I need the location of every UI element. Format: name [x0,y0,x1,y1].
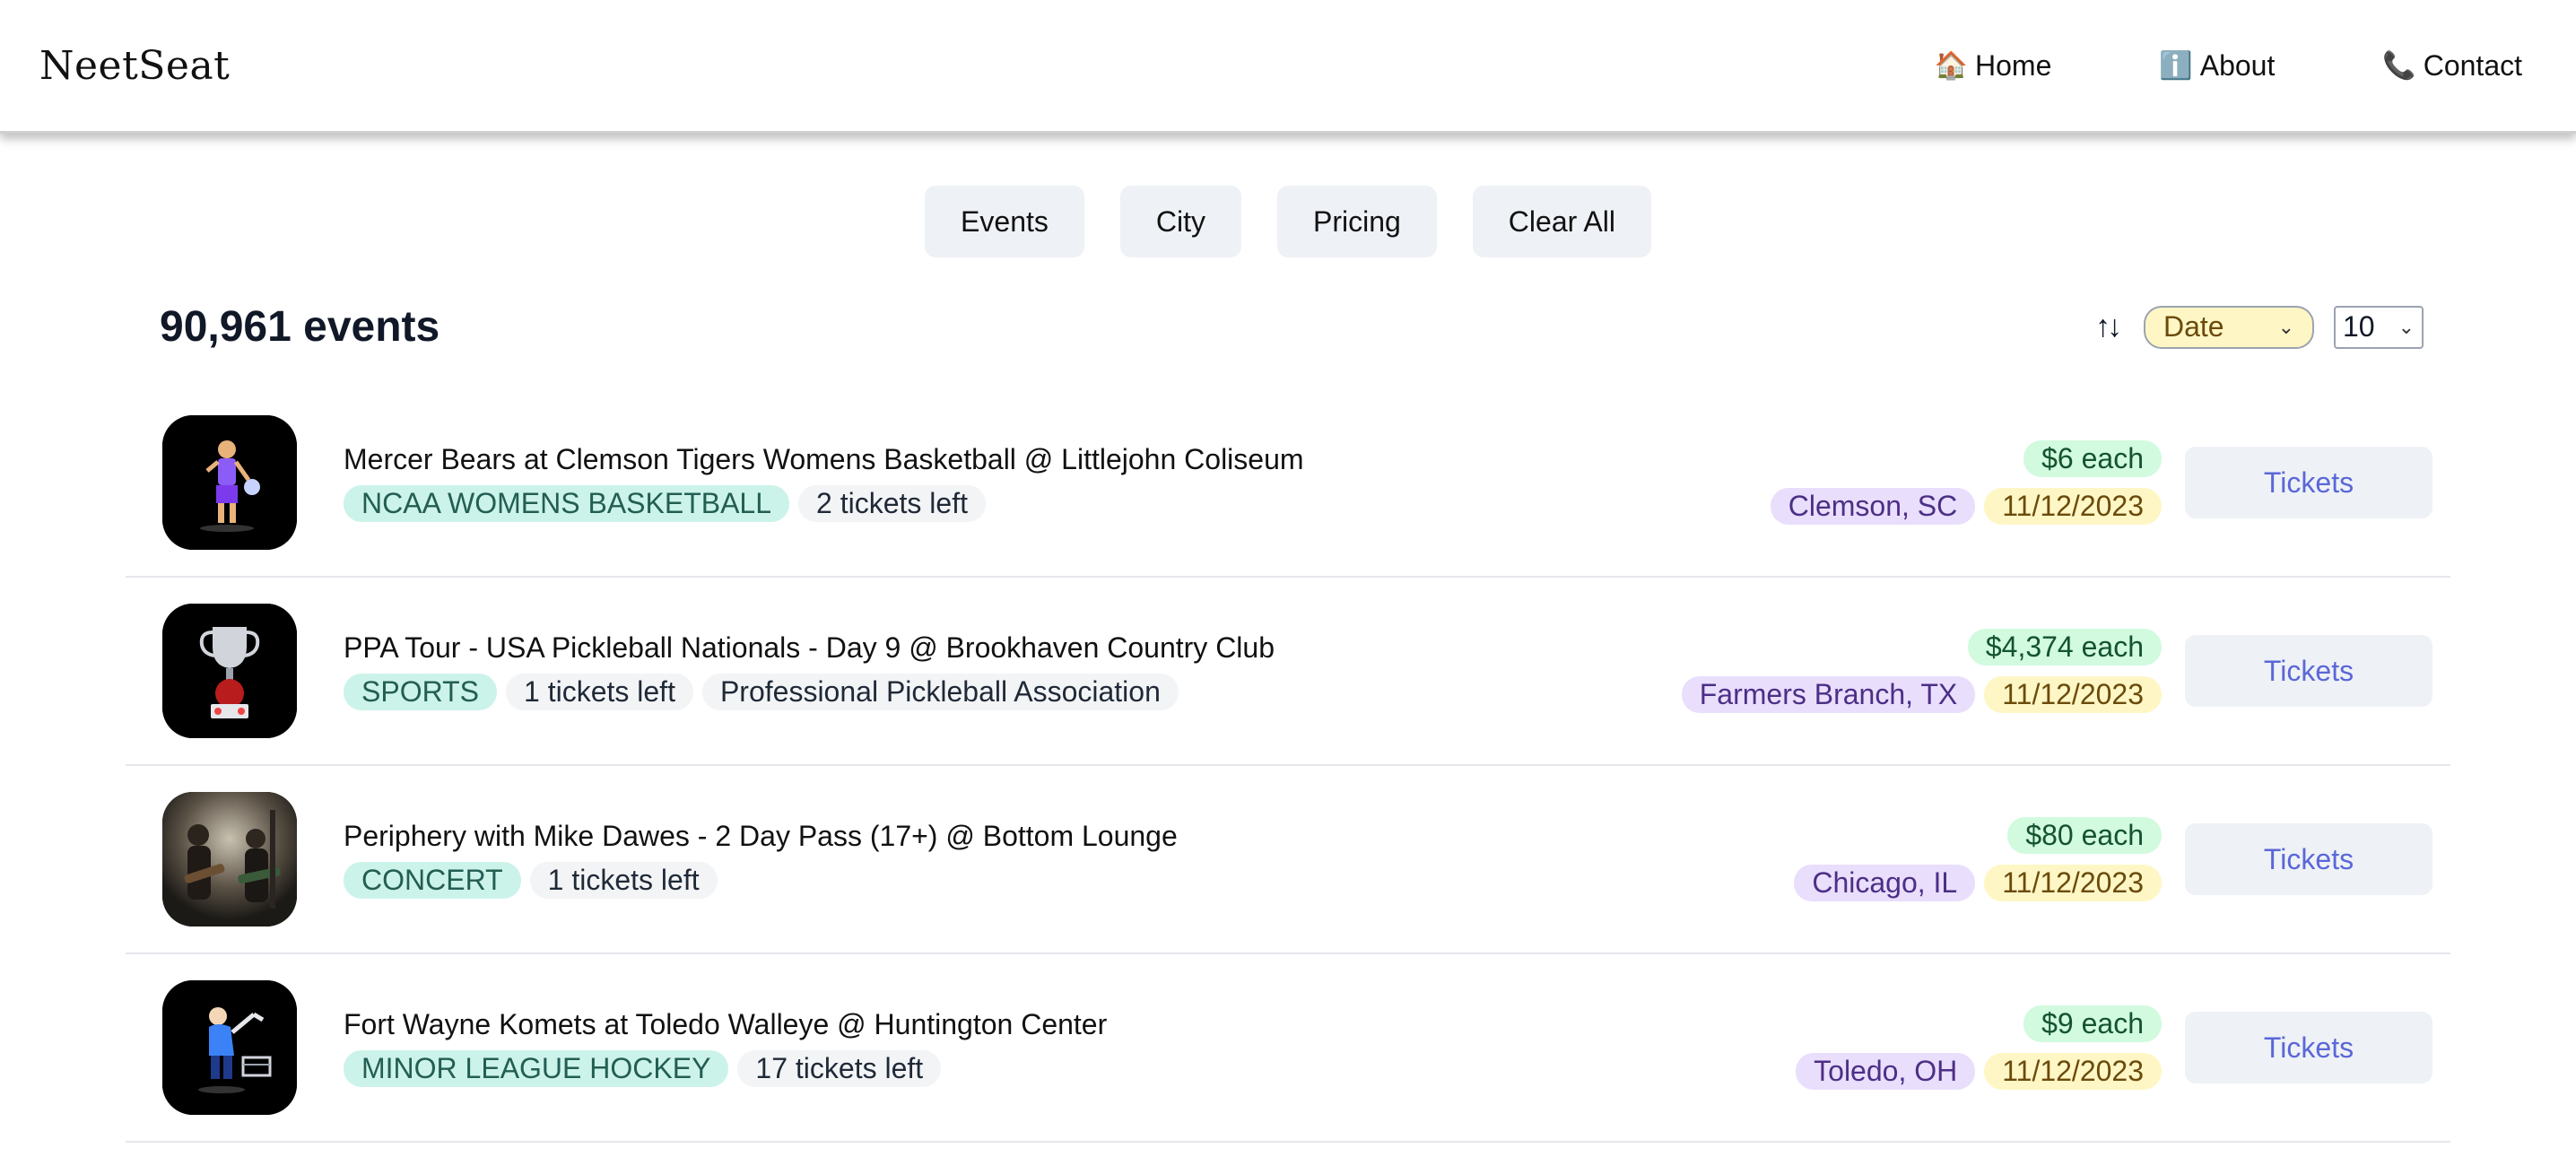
tickets-button[interactable]: Tickets [2185,823,2432,895]
info-icon: ℹ️ [2159,50,2193,81]
meta-stack: $9 each Toledo, OH 11/12/2023 [1796,1005,2162,1090]
event-tags: CONCERT 1 tickets left [344,862,1178,899]
nav-contact-label: Contact [2423,48,2522,82]
date-badge: 11/12/2023 [1984,1053,2162,1090]
city-badge: Chicago, IL [1794,865,1976,901]
city-badge: Toledo, OH [1796,1053,1976,1090]
location-date: Chicago, IL 11/12/2023 [1794,865,2162,901]
chevron-down-icon: ⌄ [2398,315,2415,338]
event-meta: $9 each Toledo, OH 11/12/2023 Tickets [1796,1005,2432,1090]
category-badge: MINOR LEAGUE HOCKEY [344,1050,729,1087]
page-size-value: 10 [2343,310,2375,343]
tickets-button[interactable]: Tickets [2185,1012,2432,1083]
site-header: NeetSeat 🏠 Home ℹ️ About 📞 Contact [0,0,2576,134]
event-title[interactable]: Fort Wayne Komets at Toledo Walleye @ Hu… [344,1008,1107,1041]
meta-stack: $80 each Chicago, IL 11/12/2023 [1794,817,2162,901]
meta-stack: $6 each Clemson, SC 11/12/2023 [1770,440,2162,525]
event-tags: MINOR LEAGUE HOCKEY 17 tickets left [344,1050,1107,1087]
home-icon: 🏠 [1934,50,1969,81]
city-badge: Clemson, SC [1770,488,1976,525]
page-size-select[interactable]: 10 ⌄ [2334,305,2424,349]
price-badge: $4,374 each [1967,629,2162,665]
event-row: Periphery with Mike Dawes - 2 Day Pass (… [126,766,2450,954]
nav-about[interactable]: ℹ️ About [2159,49,2275,83]
sort-controls: ↑↓ Date ⌄ 10 ⌄ [2095,305,2424,349]
sort-by-select[interactable]: Date ⌄ [2144,305,2314,349]
filter-events-button[interactable]: Events [925,186,1084,257]
chevron-down-icon: ⌄ [2277,315,2294,338]
nav-home-label: Home [1975,48,2052,82]
event-info: Fort Wayne Komets at Toledo Walleye @ Hu… [344,1008,1107,1087]
event-info: PPA Tour - USA Pickleball Nationals - Da… [344,631,1275,710]
nav-home[interactable]: 🏠 Home [1935,49,2052,83]
event-row: Fort Wayne Komets at Toledo Walleye @ Hu… [126,954,2450,1143]
nav-about-label: About [2199,48,2276,82]
category-badge: NCAA WOMENS BASKETBALL [344,485,790,522]
event-row: Mercer Bears at Clemson Tigers Womens Ba… [126,389,2450,578]
filter-bar: Events City Pricing Clear All [0,186,2576,257]
location-date: Clemson, SC 11/12/2023 [1770,488,2162,525]
basketball-player-icon [162,415,297,550]
category-badge: SPORTS [344,674,497,710]
city-badge: Farmers Branch, TX [1681,676,1976,713]
price-badge: $80 each [2007,817,2162,854]
event-tags: NCAA WOMENS BASKETBALL 2 tickets left [344,485,1304,522]
tickets-button[interactable]: Tickets [2185,635,2432,707]
price-badge: $9 each [2023,1005,2162,1042]
event-info: Periphery with Mike Dawes - 2 Day Pass (… [344,820,1178,899]
phone-icon: 📞 [2382,50,2416,81]
nav-contact[interactable]: 📞 Contact [2382,49,2522,83]
price-badge: $6 each [2023,440,2162,477]
category-badge: CONCERT [344,862,521,899]
filter-city-button[interactable]: City [1119,186,1241,257]
event-meta: $4,374 each Farmers Branch, TX 11/12/202… [1681,629,2432,713]
event-info: Mercer Bears at Clemson Tigers Womens Ba… [344,443,1304,522]
sort-direction-icon[interactable]: ↑↓ [2095,309,2122,344]
main-nav: 🏠 Home ℹ️ About 📞 Contact [1935,49,2522,83]
location-date: Toledo, OH 11/12/2023 [1796,1053,2162,1090]
tickets-left-badge: 1 tickets left [529,862,718,899]
event-title[interactable]: Periphery with Mike Dawes - 2 Day Pass (… [344,820,1178,853]
event-meta: $80 each Chicago, IL 11/12/2023 Tickets [1794,817,2432,901]
hockey-player-icon [162,980,297,1115]
event-tags: SPORTS 1 tickets left Professional Pickl… [344,674,1275,710]
event-title[interactable]: Mercer Bears at Clemson Tigers Womens Ba… [344,443,1304,476]
brand-logo[interactable]: NeetSeat [39,43,230,89]
tickets-button[interactable]: Tickets [2185,447,2432,518]
tickets-left-badge: 2 tickets left [798,485,986,522]
tickets-left-badge: 17 tickets left [737,1050,942,1087]
meta-stack: $4,374 each Farmers Branch, TX 11/12/202… [1681,629,2162,713]
organizer-badge: Professional Pickleball Association [701,674,1179,710]
event-meta: $6 each Clemson, SC 11/12/2023 Tickets [1770,440,2432,525]
results-toolbar: 90,961 events ↑↓ Date ⌄ 10 ⌄ [144,302,2432,352]
event-list: Mercer Bears at Clemson Tigers Womens Ba… [126,389,2450,1143]
events-count: 90,961 events [160,303,440,351]
trophy-icon [162,604,297,738]
filter-pricing-button[interactable]: Pricing [1276,186,1437,257]
date-badge: 11/12/2023 [1984,488,2162,525]
event-row: PPA Tour - USA Pickleball Nationals - Da… [126,578,2450,766]
date-badge: 11/12/2023 [1984,676,2162,713]
clear-all-button[interactable]: Clear All [1472,186,1651,257]
sort-by-value: Date [2163,310,2224,343]
tickets-left-badge: 1 tickets left [506,674,693,710]
location-date: Farmers Branch, TX 11/12/2023 [1681,676,2162,713]
concert-photo [162,792,297,926]
date-badge: 11/12/2023 [1984,865,2162,901]
event-title[interactable]: PPA Tour - USA Pickleball Nationals - Da… [344,631,1275,665]
